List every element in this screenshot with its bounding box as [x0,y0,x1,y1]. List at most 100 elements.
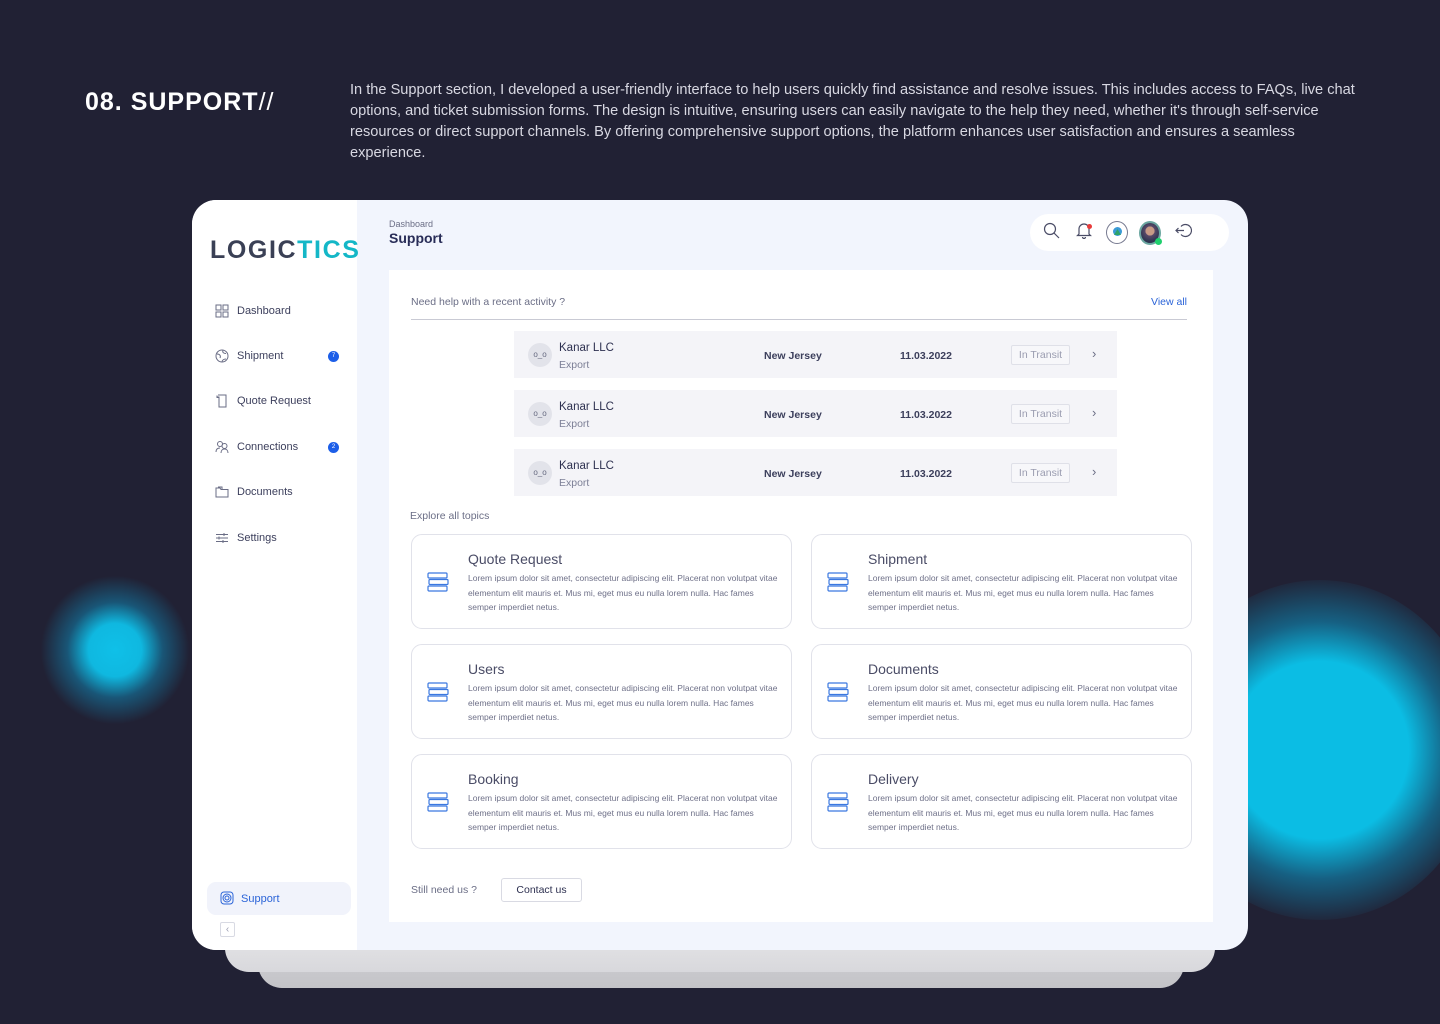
scroll-icon [214,393,230,409]
books-icon [427,571,449,593]
logo-accent: TICS [297,236,361,264]
section-title-text: 08. SUPPORT [85,88,259,116]
company-avatar: o_o [528,401,552,426]
sidebar: LOGICTICS Dashboard Shipment 7 Quote Req… [192,200,359,950]
profile-button[interactable] [1139,220,1162,245]
notification-dot [1087,223,1092,229]
lifebuoy-icon [220,891,235,906]
decorative-glow-left [40,575,190,725]
books-icon [827,571,849,593]
topic-description: Lorem ipsum dolor sit amet, consectetur … [868,683,1178,723]
books-icon [427,791,449,813]
chevron-right-icon[interactable]: › [1092,405,1096,420]
company-avatar: o_o [528,460,552,485]
divider [411,319,1187,320]
company-name: Kanar LLC [559,460,614,472]
activity-type: Export [559,477,590,489]
activity-date: 11.03.2022 [900,468,952,480]
section-description: In the Support section, I developed a us… [350,82,1355,161]
logout-icon [1174,223,1192,243]
status-badge: In Transit [1011,463,1070,483]
books-icon [827,681,849,703]
collapse-sidebar-button[interactable]: ‹ [220,922,235,937]
books-icon [827,791,849,813]
sidebar-item-connections[interactable]: Connections 2 [214,437,339,457]
connections-count-badge: 2 [328,441,339,453]
explore-topics-heading: Explore all topics [410,510,490,522]
topic-card-shipment[interactable]: Shipment Lorem ipsum dolor sit amet, con… [811,534,1192,629]
sidebar-item-quote-request[interactable]: Quote Request [214,391,339,411]
activity-type: Export [559,418,590,430]
online-status-dot [1155,237,1162,245]
breadcrumb[interactable]: Dashboard [389,219,433,229]
user-avatar [1139,220,1162,245]
sidebar-item-label: Quote Request [237,395,311,407]
sidebar-item-settings[interactable]: Settings [214,528,339,548]
shipment-count-badge: 7 [328,350,339,362]
topic-card-quote-request[interactable]: Quote Request Lorem ipsum dolor sit amet… [411,534,792,629]
activity-location: New Jersey [764,350,822,362]
grid-icon [214,303,230,319]
sidebar-item-label: Settings [237,532,277,544]
status-badge: In Transit [1011,404,1070,424]
topic-title: Booking [468,771,519,787]
page-title: Support [389,230,443,246]
topic-description: Lorem ipsum dolor sit amet, consectetur … [868,573,1178,613]
topic-description: Lorem ipsum dolor sit amet, consectetur … [468,573,778,613]
still-need-us-text: Still need us ? [411,884,477,896]
chevron-left-icon: ‹ [225,924,230,935]
activity-type: Export [559,359,590,371]
support-label: Support [241,892,280,905]
sidebar-item-label: Connections [237,441,299,453]
activity-row[interactable]: o_o Kanar LLC Export New Jersey 11.03.20… [514,449,1117,496]
notifications-button[interactable] [1073,222,1095,244]
folder-icon [214,484,230,500]
activity-row[interactable]: o_o Kanar LLC Export New Jersey 11.03.20… [514,331,1117,378]
topic-title: Delivery [868,771,919,787]
organization-logo [1106,221,1128,244]
contact-us-button[interactable]: Contact us [501,878,582,902]
topic-description: Lorem ipsum dolor sit amet, consectetur … [468,683,778,723]
topic-description: Lorem ipsum dolor sit amet, consectetur … [468,793,778,833]
sidebar-item-documents[interactable]: Documents [214,482,339,502]
search-icon [1043,222,1060,244]
section-title: 08. SUPPORT// [85,88,274,117]
sidebar-item-shipment[interactable]: Shipment 7 [214,346,339,366]
section-title-suffix: // [258,88,275,116]
company-name: Kanar LLC [559,342,614,354]
topic-title: Quote Request [468,551,563,567]
activity-location: New Jersey [764,468,822,480]
search-button[interactable] [1040,222,1062,244]
activity-date: 11.03.2022 [900,350,952,362]
activity-row[interactable]: o_o Kanar LLC Export New Jersey 11.03.20… [514,390,1117,437]
sidebar-item-dashboard[interactable]: Dashboard [214,301,339,321]
header-actions [1030,214,1229,251]
sidebar-item-label: Dashboard [237,305,291,317]
users-icon [214,439,230,455]
sidebar-item-label: Shipment [237,350,284,362]
organization-button[interactable] [1106,221,1128,244]
topic-card-delivery[interactable]: Delivery Lorem ipsum dolor sit amet, con… [811,754,1192,849]
sliders-icon [214,530,230,546]
topic-description: Lorem ipsum dolor sit amet, consectetur … [868,793,1178,833]
status-badge: In Transit [1011,345,1070,365]
logo-primary: LOGIC [210,236,298,264]
view-all-link[interactable]: View all [1151,296,1187,308]
app-logo: LOGICTICS [210,236,361,265]
topic-card-users[interactable]: Users Lorem ipsum dolor sit amet, consec… [411,644,792,739]
activity-date: 11.03.2022 [900,409,952,421]
activity-location: New Jersey [764,409,822,421]
sidebar-item-support[interactable]: Support [207,882,351,915]
company-avatar: o_o [528,342,552,367]
app-window: LOGICTICS Dashboard Shipment 7 Quote Req… [192,200,1248,950]
topic-card-documents[interactable]: Documents Lorem ipsum dolor sit amet, co… [811,644,1192,739]
company-name: Kanar LLC [559,401,614,413]
logout-button[interactable] [1172,222,1194,244]
topic-card-booking[interactable]: Booking Lorem ipsum dolor sit amet, cons… [411,754,792,849]
support-content: Need help with a recent activity ? View … [389,270,1213,922]
topic-title: Documents [868,661,939,677]
topic-title: Users [468,661,505,677]
chevron-right-icon[interactable]: › [1092,464,1096,479]
sidebar-item-label: Documents [237,486,293,498]
chevron-right-icon[interactable]: › [1092,346,1096,361]
